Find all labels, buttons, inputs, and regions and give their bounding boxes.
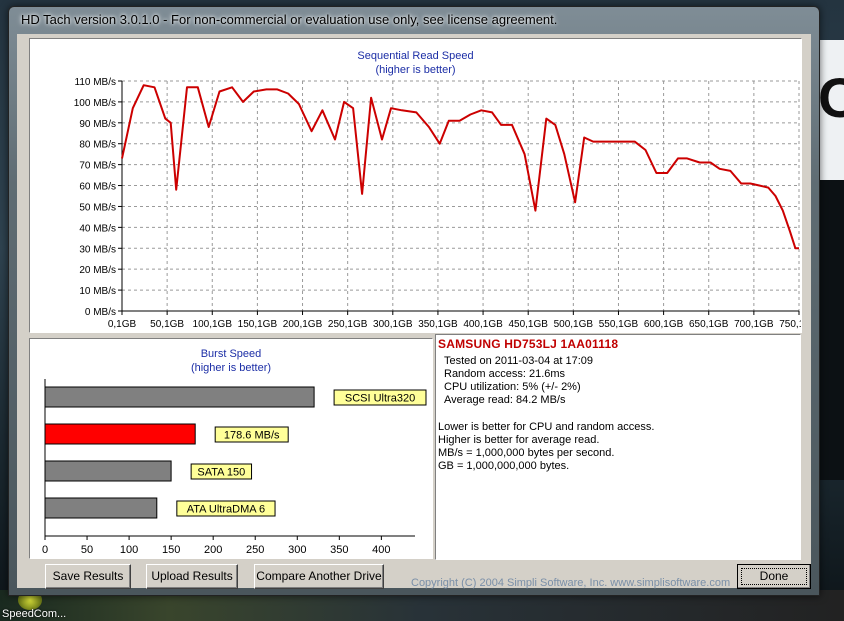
burst-x-tick-label: 400 bbox=[372, 544, 390, 556]
burst-x-tick-label: 350 bbox=[330, 544, 348, 556]
x-tick-label: 200,1GB bbox=[283, 319, 323, 330]
x-tick-label: 250,1GB bbox=[328, 319, 368, 330]
burst-x-tick-label: 50 bbox=[81, 544, 93, 556]
note-gb-definition: GB = 1,000,000,000 bytes. bbox=[438, 460, 570, 472]
window-client-area: Sequential Read Speed (higher is better)… bbox=[17, 34, 819, 589]
y-tick-label: 110 MB/s bbox=[75, 77, 117, 88]
burst-bar bbox=[44, 497, 158, 519]
y-tick-label: 30 MB/s bbox=[79, 244, 116, 255]
y-tick-label: 20 MB/s bbox=[79, 265, 116, 276]
x-tick-label: 300,1GB bbox=[373, 319, 413, 330]
burst-speed-panel: Burst Speed (higher is better) 0 50 100 150… bbox=[29, 338, 433, 559]
burst-x-tick-label: 150 bbox=[162, 544, 180, 556]
x-tick-label: 350,1GB bbox=[418, 319, 458, 330]
done-label: Done bbox=[759, 569, 789, 583]
upload-results-label: Upload Results bbox=[151, 569, 233, 583]
y-tick-label: 10 MB/s bbox=[79, 286, 116, 297]
copyright-text: Copyright (C) 2004 Simpli Software, Inc.… bbox=[411, 577, 731, 589]
y-tick-label: 80 MB/s bbox=[79, 140, 116, 151]
hdtach-window: HD Tach version 3.0.1.0 - For non-commer… bbox=[8, 6, 820, 596]
compare-drive-label: Compare Another Drive bbox=[256, 569, 382, 583]
y-tick-label: 100 MB/s bbox=[74, 98, 116, 109]
burst-x-tick-label: 250 bbox=[246, 544, 264, 556]
y-tick-label: 70 MB/s bbox=[79, 161, 116, 172]
burst-chart-subtitle: (higher is better) bbox=[190, 362, 272, 374]
x-tick-label: 700,1GB bbox=[734, 319, 774, 330]
sequential-read-chart: 0 MB/s 10 MB/s 20 MB/s 30 MB/s 40 MB/s 50 MB/… bbox=[74, 77, 819, 330]
average-read: Average read: 84.2 MB/s bbox=[444, 394, 566, 406]
burst-x-tick-label: 100 bbox=[120, 544, 138, 556]
burst-bar-label: ATA UltraDMA 6 bbox=[187, 504, 265, 516]
window-title: HD Tach version 3.0.1.0 - For non-commer… bbox=[21, 12, 558, 27]
x-tick-label: 0,1GB bbox=[108, 319, 137, 330]
x-tick-label: 450,1GB bbox=[508, 319, 548, 330]
done-focus-rect: Done bbox=[741, 568, 807, 585]
note-higher-better: Higher is better for average read. bbox=[438, 434, 600, 446]
save-results-label: Save Results bbox=[52, 569, 124, 583]
burst-bar bbox=[44, 460, 172, 482]
x-tick-label: 650,1GB bbox=[689, 319, 729, 330]
burst-chart-title: Burst Speed bbox=[200, 348, 262, 360]
random-access: Random access: 21.6ms bbox=[444, 368, 566, 380]
title-bar[interactable]: HD Tach version 3.0.1.0 - For non-commer… bbox=[9, 7, 819, 33]
burst-bar bbox=[44, 386, 315, 408]
burst-x-tick-label: 0 bbox=[42, 544, 48, 556]
x-tick-label: 100,1GB bbox=[193, 319, 233, 330]
y-tick-label: 0 MB/s bbox=[85, 307, 116, 318]
y-tick-label: 90 MB/s bbox=[79, 119, 116, 130]
background-glyph: O bbox=[818, 66, 844, 129]
x-tick-label: 550,1GB bbox=[599, 319, 639, 330]
save-results-button[interactable]: Save Results bbox=[45, 564, 131, 589]
burst-bar-label: 178.6 MB/s bbox=[224, 430, 280, 442]
sequential-read-panel: Sequential Read Speed (higher is better)… bbox=[29, 38, 819, 333]
x-tick-label: 600,1GB bbox=[644, 319, 684, 330]
y-tick-label: 50 MB/s bbox=[79, 202, 116, 213]
drive-model: SAMSUNG HD753LJ 1AA01118 bbox=[438, 337, 619, 351]
compare-another-drive-button[interactable]: Compare Another Drive bbox=[254, 564, 384, 589]
burst-x-tick-label: 200 bbox=[204, 544, 222, 556]
y-tick-label: 40 MB/s bbox=[79, 223, 116, 234]
x-tick-label: 500,1GB bbox=[554, 319, 594, 330]
test-date: Tested on 2011-03-04 at 17:09 bbox=[444, 355, 594, 367]
x-tick-label: 50,1GB bbox=[150, 319, 184, 330]
y-tick-label: 60 MB/s bbox=[79, 182, 116, 193]
note-mbs-definition: MB/s = 1,000,000 bytes per second. bbox=[438, 447, 615, 459]
x-tick-label: 750,1GB bbox=[779, 319, 801, 330]
cpu-utilization: CPU utilization: 5% (+/- 2%) bbox=[444, 381, 581, 393]
burst-x-tick-label: 300 bbox=[288, 544, 306, 556]
sequential-chart-title: Sequential Read Speed bbox=[357, 50, 474, 62]
burst-bar-label: SCSI Ultra320 bbox=[345, 393, 415, 405]
done-button[interactable]: Done bbox=[737, 564, 811, 589]
burst-bar-label: SATA 150 bbox=[197, 467, 245, 479]
burst-bar bbox=[44, 423, 196, 445]
sequential-chart-subtitle: (higher is better) bbox=[375, 64, 456, 76]
x-tick-label: 400,1GB bbox=[463, 319, 503, 330]
upload-results-button[interactable]: Upload Results bbox=[146, 564, 238, 589]
results-info-panel: SAMSUNG HD753LJ 1AA01118 Tested on 2011-… bbox=[435, 334, 801, 560]
note-lower-better: Lower is better for CPU and random acces… bbox=[438, 421, 655, 433]
desktop-icon-label[interactable]: SpeedCom... bbox=[2, 608, 66, 620]
read-speed-line bbox=[121, 84, 799, 250]
x-tick-label: 150,1GB bbox=[238, 319, 278, 330]
